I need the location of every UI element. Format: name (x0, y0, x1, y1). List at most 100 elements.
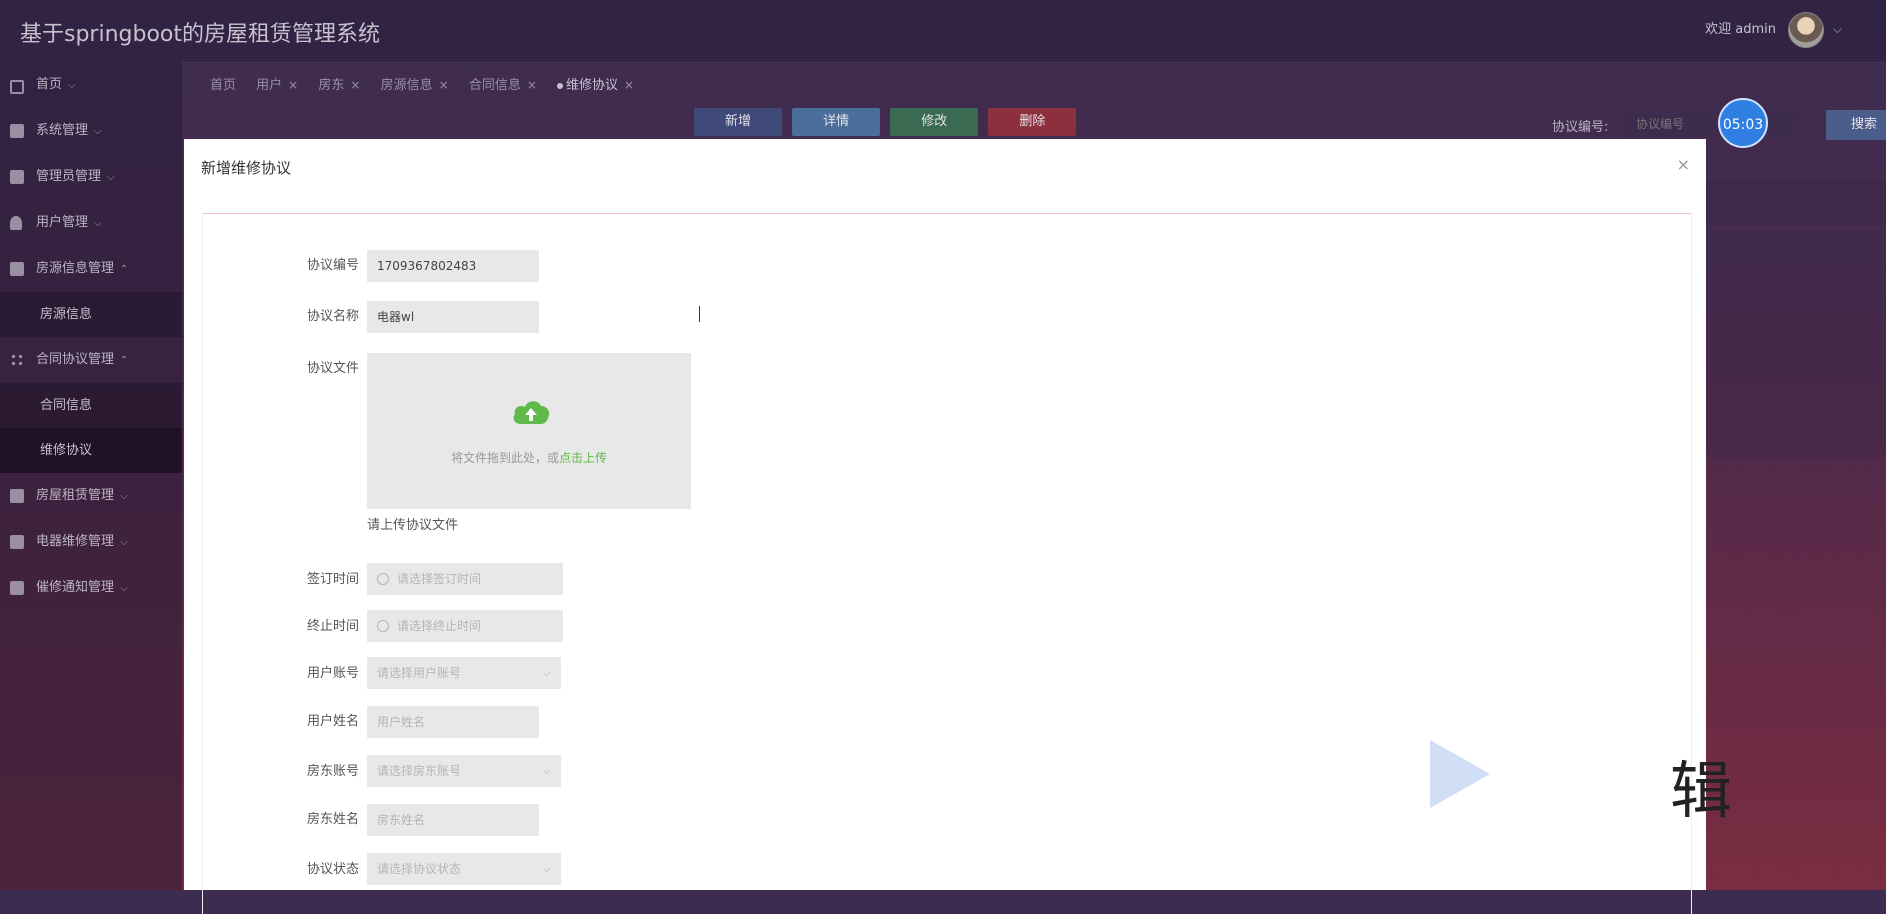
chevron-down-icon: ⌵ (542, 666, 551, 679)
welcome-text: 欢迎 admin (1705, 22, 1776, 37)
chevron-up-icon: ⌃ (120, 355, 129, 366)
edit-button[interactable]: 修改 (890, 108, 979, 136)
sidebar-subitem-house-info[interactable]: 房源信息 (0, 292, 182, 337)
sidebar-item-appliance-repair[interactable]: 电器维修管理 ⌵ (0, 519, 182, 565)
close-icon[interactable]: × (1677, 155, 1690, 174)
placeholder: 请选择签订时间 (397, 572, 482, 586)
status-select[interactable]: 请选择协议状态 ⌵ (367, 853, 561, 885)
sidebar-item-home[interactable]: 首页 ⌵ (0, 62, 182, 108)
placeholder: 请选择终止时间 (397, 619, 482, 633)
sign-time-label: 签订时间 (306, 572, 359, 587)
chevron-down-icon: ⌵ (94, 218, 102, 229)
sidebar-item-contracts[interactable]: 合同协议管理 ⌃ (0, 337, 182, 383)
sidebar-item-rental[interactable]: 房屋租赁管理 ⌵ (0, 473, 182, 519)
delete-button[interactable]: 删除 (988, 108, 1077, 136)
table-body (1700, 230, 1886, 458)
table-header (1700, 180, 1886, 226)
sign-time-picker[interactable]: 请选择签订时间 (367, 563, 563, 595)
agreement-name-label: 协议名称 (306, 309, 359, 324)
click-upload-link[interactable]: 点击上传 (559, 451, 607, 465)
play-icon (1430, 740, 1490, 808)
tab-home[interactable]: 首页 (210, 74, 236, 93)
chevron-down-icon: ⌵ (120, 583, 128, 594)
sidebar-item-label: 系统管理 (36, 123, 89, 138)
search-button[interactable]: 搜索 (1826, 110, 1886, 140)
tab-bar: 首页 用户 × 房东 × 房源信息 × 合同信息 × 维修协议 × (210, 74, 650, 98)
landlord-account-label: 房东账号 (306, 764, 359, 779)
landlord-account-select[interactable]: 请选择房东账号 ⌵ (367, 755, 561, 787)
tab-house-info[interactable]: 房源信息 × (381, 74, 449, 93)
sidebar-item-label: 合同协议管理 (36, 352, 115, 367)
search-label: 协议编号: (1552, 120, 1609, 135)
search-input[interactable] (1626, 110, 1796, 138)
sidebar-item-users[interactable]: 用户管理 ⌵ (0, 200, 182, 246)
chevron-up-icon: ⌃ (120, 264, 129, 275)
user-name-label: 用户姓名 (306, 714, 359, 729)
dialog-title: 新增维修协议 (201, 159, 292, 177)
agreement-no-input[interactable]: 1709367802483 (367, 250, 539, 282)
detail-button[interactable]: 详情 (792, 108, 881, 136)
sidebar-subitem-repair-agreement[interactable]: 维修协议 (0, 428, 182, 473)
upload-hint: 将文件拖到此处，或点击上传 (367, 449, 691, 466)
end-time-picker[interactable]: 请选择终止时间 (367, 610, 563, 642)
app-title: 基于springboot的房屋租赁管理系统 (20, 22, 381, 47)
clock-icon (377, 572, 389, 585)
chevron-down-icon: ⌵ (542, 764, 551, 777)
tab-contract-info[interactable]: 合同信息 × (469, 74, 537, 93)
sidebar-item-label: 管理员管理 (36, 169, 102, 184)
landlord-name-input[interactable]: 房东姓名 (367, 804, 539, 836)
sidebar-item-system[interactable]: 系统管理 ⌵ (0, 108, 182, 154)
avatar[interactable] (1788, 12, 1824, 48)
close-icon[interactable]: × (288, 78, 298, 92)
chevron-down-icon: ⌵ (120, 491, 128, 502)
sidebar-item-label: 催修通知管理 (36, 580, 115, 595)
close-icon[interactable]: × (439, 78, 449, 92)
active-dot-icon (557, 82, 564, 89)
tab-label: 合同信息 (468, 78, 521, 93)
sidebar-item-reminder[interactable]: 催修通知管理 ⌵ (0, 565, 182, 611)
watermark: 辑 (1430, 740, 1740, 827)
chevron-down-icon[interactable]: ⌵ (1833, 22, 1842, 37)
placeholder: 请选择协议状态 (377, 862, 462, 876)
user-name-input[interactable]: 用户姓名 (367, 706, 539, 738)
sidebar-item-house-info[interactable]: 房源信息管理 ⌃ (0, 246, 182, 292)
agreement-no-label: 协议编号 (306, 258, 359, 273)
placeholder: 请选择用户账号 (377, 666, 462, 680)
grid-icon (10, 170, 24, 184)
sidebar-item-label: 用户管理 (36, 215, 89, 230)
end-time-label: 终止时间 (306, 619, 359, 634)
user-account-select[interactable]: 请选择用户账号 ⌵ (367, 657, 561, 689)
close-icon[interactable]: × (527, 78, 537, 92)
sidebar-item-label: 房源信息管理 (36, 261, 115, 276)
chevron-down-icon: ⌵ (120, 537, 128, 548)
upload-text: 将文件拖到此处，或 (450, 451, 559, 465)
rental-icon (10, 489, 24, 503)
system-icon (10, 124, 24, 138)
text-cursor-icon (699, 306, 701, 322)
sidebar-subitem-contract-info[interactable]: 合同信息 (0, 383, 182, 428)
tab-users[interactable]: 用户 × (256, 74, 298, 93)
home-icon (10, 80, 24, 94)
tab-repair-agreement[interactable]: 维修协议 × (557, 74, 634, 93)
sidebar-item-label: 电器维修管理 (36, 534, 115, 549)
chevron-down-icon: ⌵ (68, 80, 76, 91)
apps-icon (10, 353, 24, 367)
tab-label: 首页 (210, 78, 237, 93)
sidebar: 首页 ⌵ 系统管理 ⌵ 管理员管理 ⌵ 用户管理 ⌵ 房源信息管理 ⌃ 房源信息 合同协议… (0, 62, 182, 890)
briefcase-icon (10, 581, 24, 595)
file-upload-dropzone[interactable]: 将文件拖到此处，或点击上传 (367, 353, 691, 509)
sidebar-item-admin[interactable]: 管理员管理 ⌵ (0, 154, 182, 200)
repair-icon (10, 535, 24, 549)
add-button[interactable]: 新增 (694, 108, 782, 136)
tab-label: 维修协议 (566, 78, 619, 93)
agreement-name-input[interactable]: 电器wl (367, 301, 539, 333)
chevron-down-icon: ⌵ (107, 172, 115, 183)
clock-icon (377, 619, 389, 632)
status-label: 协议状态 (306, 862, 359, 877)
user-account-label: 用户账号 (306, 666, 359, 681)
close-icon[interactable]: × (350, 78, 360, 92)
tab-landlord[interactable]: 房东 × (318, 74, 360, 93)
action-bar: 新增 详情 修改 删除 (694, 108, 1082, 136)
cloud-upload-icon (513, 401, 550, 424)
close-icon[interactable]: × (624, 78, 634, 92)
